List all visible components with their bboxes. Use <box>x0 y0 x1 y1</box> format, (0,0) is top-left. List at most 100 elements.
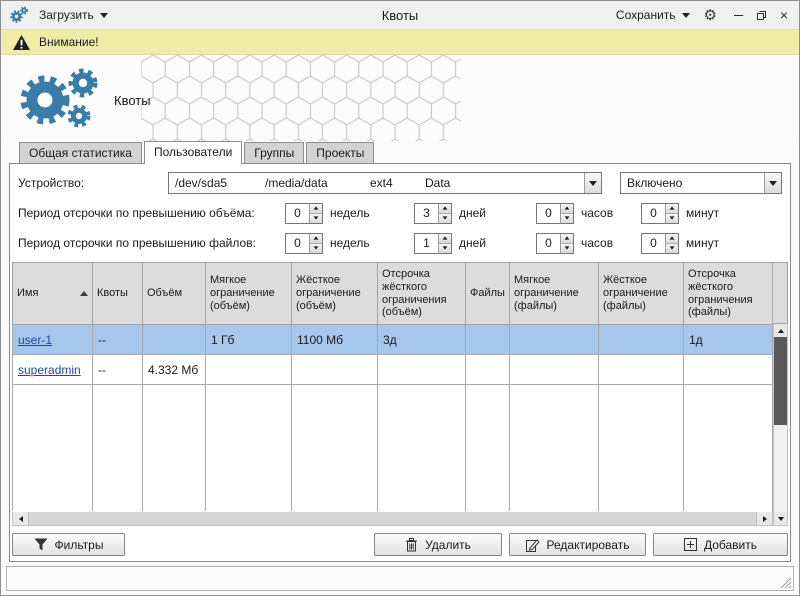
spin-up-icon[interactable] <box>439 204 451 214</box>
table-cell <box>206 355 292 385</box>
spinner-volume-days[interactable]: 3 <box>414 203 452 224</box>
save-menu-label: Сохранить <box>616 8 676 22</box>
unit-label: часов <box>581 236 625 250</box>
unit-label: дней <box>459 206 499 220</box>
scroll-left-icon[interactable] <box>13 512 28 525</box>
table-header-corner <box>773 262 788 324</box>
grace-volume-label: Период отсрочки по превышению объёма: <box>18 206 285 220</box>
vertical-scrollbar-area <box>773 262 788 526</box>
spin-up-icon[interactable] <box>310 204 322 214</box>
spin-up-icon[interactable] <box>561 234 573 244</box>
delete-button[interactable]: Удалить <box>374 533 502 556</box>
table-cell <box>292 355 378 385</box>
users-panel: Устройство: /dev/sda5 /media/data ext4 D… <box>9 163 791 562</box>
spinner-volume-weeks[interactable]: 0 <box>285 203 323 224</box>
scroll-down-icon[interactable] <box>774 512 787 525</box>
table-cell <box>466 325 510 355</box>
spin-down-icon[interactable] <box>310 214 322 223</box>
app-gears-icon <box>9 5 29 25</box>
settings-gear-icon[interactable]: ⚙ <box>704 8 717 23</box>
minimize-icon <box>734 15 743 16</box>
tab-general-stats[interactable]: Общая статистика <box>19 142 142 163</box>
horizontal-scrollbar[interactable] <box>12 512 773 526</box>
unit-label: недель <box>330 236 382 250</box>
column-header-grace-volume[interactable]: Отсрочка жёсткого ограничения (объём) <box>378 263 466 325</box>
table-cell <box>684 355 774 385</box>
users-table-area: Имя Квоты Объём Мягкое ограничение (объё… <box>12 262 788 526</box>
spin-up-icon[interactable] <box>310 234 322 244</box>
unit-label: минут <box>686 236 719 250</box>
add-button[interactable]: Добавить <box>653 533 788 556</box>
restore-button[interactable] <box>754 8 768 22</box>
table-cell: superadmin <box>13 355 93 385</box>
resize-grip[interactable] <box>780 577 792 589</box>
spinner-files-days[interactable]: 1 <box>414 233 452 254</box>
spinner-volume-minutes[interactable]: 0 <box>641 203 679 224</box>
table-row-superadmin[interactable]: superadmin -- 4.332 Мб <box>13 355 774 385</box>
column-header-files[interactable]: Файлы <box>466 263 510 325</box>
load-menu-button[interactable]: Загрузить <box>36 6 111 24</box>
spin-down-icon[interactable] <box>561 244 573 253</box>
plus-icon <box>684 538 697 551</box>
quota-status-select[interactable]: Включено <box>620 172 782 194</box>
spinner-files-weeks[interactable]: 0 <box>285 233 323 254</box>
table-cell <box>510 355 599 385</box>
spinner-files-hours[interactable]: 0 <box>536 233 574 254</box>
spin-down-icon[interactable] <box>561 214 573 223</box>
column-header-volume[interactable]: Объём <box>143 263 206 325</box>
scroll-right-icon[interactable] <box>757 512 772 525</box>
actions-row: Фильтры Удалить Редактировать <box>12 533 788 556</box>
tab-users[interactable]: Пользователи <box>144 141 242 164</box>
tab-groups[interactable]: Группы <box>244 142 304 163</box>
column-header-quotas[interactable]: Квоты <box>93 263 143 325</box>
vertical-scrollbar-track[interactable] <box>774 425 787 512</box>
save-menu-button[interactable]: Сохранить <box>613 6 693 24</box>
tab-bar: Общая статистика Пользователи Группы Про… <box>1 141 799 163</box>
device-value: /dev/sda5 /media/data ext4 Data <box>169 173 584 193</box>
user-link[interactable]: superadmin <box>18 363 81 377</box>
titlebar-right: Сохранить ⚙ × <box>571 6 791 24</box>
spin-down-icon[interactable] <box>666 214 678 223</box>
table-row-user-1[interactable]: user-1 -- 1 Гб 1100 Мб 3д 1д <box>13 325 774 355</box>
spin-up-icon[interactable] <box>666 234 678 244</box>
dropdown-arrow-icon[interactable] <box>764 173 781 193</box>
spin-down-icon[interactable] <box>439 244 451 253</box>
column-header-grace-files[interactable]: Отсрочка жёсткого ограничения (файлы) <box>684 263 774 325</box>
spin-up-icon[interactable] <box>561 204 573 214</box>
minimize-button[interactable] <box>731 8 745 22</box>
column-header-hard-limit-files[interactable]: Жёсткое ограничение (файлы) <box>599 263 684 325</box>
unit-label: недель <box>330 206 382 220</box>
spin-up-icon[interactable] <box>439 234 451 244</box>
vertical-scrollbar[interactable] <box>773 324 788 526</box>
column-header-hard-limit-volume[interactable]: Жёсткое ограничение (объём) <box>292 263 378 325</box>
sort-ascending-icon <box>80 291 88 296</box>
user-link[interactable]: user-1 <box>18 333 52 347</box>
column-header-soft-limit-volume[interactable]: Мягкое ограничение (объём) <box>206 263 292 325</box>
spin-down-icon[interactable] <box>439 214 451 223</box>
column-header-soft-limit-files[interactable]: Мягкое ограничение (файлы) <box>510 263 599 325</box>
device-select[interactable]: /dev/sda5 /media/data ext4 Data <box>168 172 602 194</box>
table-cell: 1д <box>684 325 774 355</box>
scroll-up-icon[interactable] <box>774 324 787 337</box>
dropdown-arrow-icon[interactable] <box>584 173 601 193</box>
table-cell <box>599 325 684 355</box>
edit-button[interactable]: Редактировать <box>509 533 646 556</box>
spinner-volume-hours[interactable]: 0 <box>536 203 574 224</box>
table-cell <box>466 355 510 385</box>
tab-projects[interactable]: Проекты <box>306 142 374 163</box>
close-button[interactable]: × <box>777 8 791 22</box>
vertical-scrollbar-thumb[interactable] <box>774 337 787 425</box>
spin-down-icon[interactable] <box>666 244 678 253</box>
status-bar <box>6 566 794 591</box>
spin-down-icon[interactable] <box>310 244 322 253</box>
unit-label: дней <box>459 236 499 250</box>
spinner-files-minutes[interactable]: 0 <box>641 233 679 254</box>
horizontal-scrollbar-thumb[interactable] <box>28 512 757 525</box>
warning-banner: Внимание! <box>1 30 799 55</box>
page-title: Квоты <box>114 93 151 108</box>
hexagon-pattern <box>141 55 461 141</box>
table-cell: 3д <box>378 325 466 355</box>
column-header-name[interactable]: Имя <box>13 263 93 325</box>
filters-button[interactable]: Фильтры <box>12 533 125 556</box>
spin-up-icon[interactable] <box>666 204 678 214</box>
